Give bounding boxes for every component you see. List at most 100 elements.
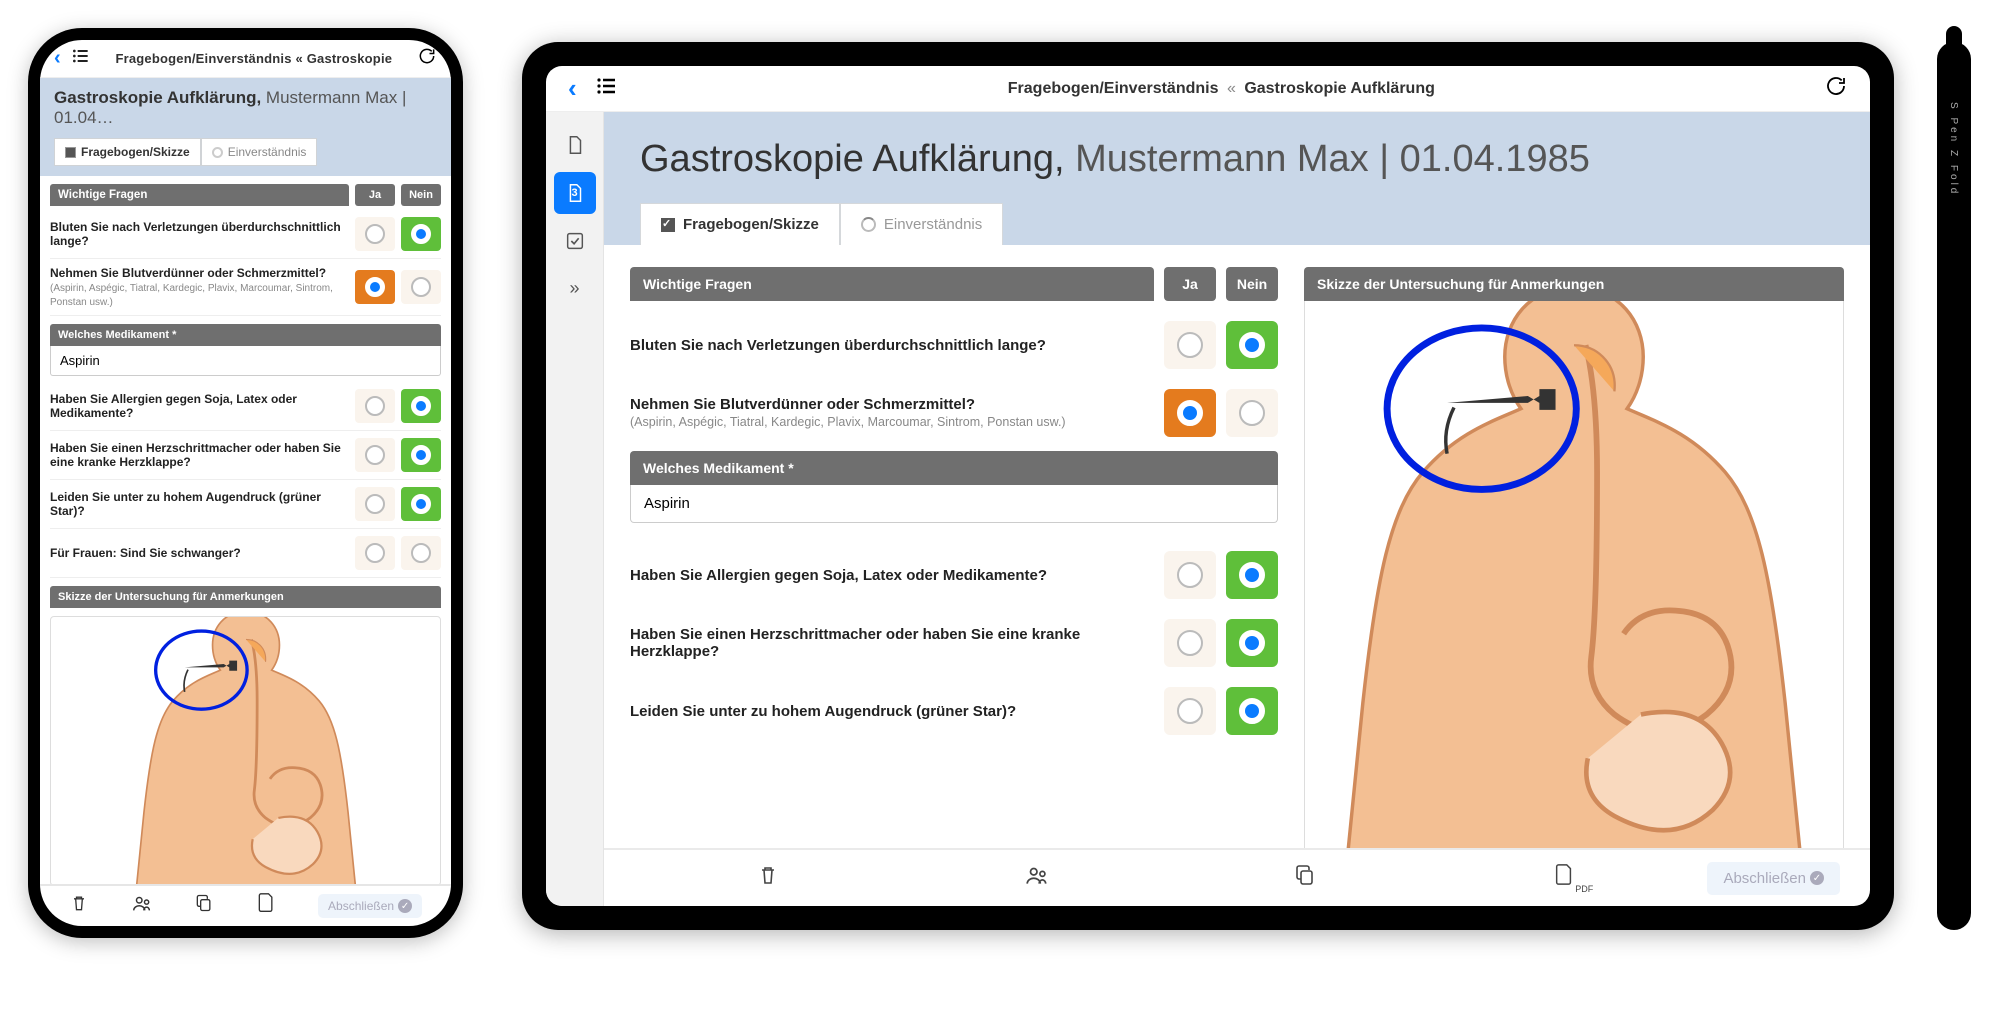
- radio-nein[interactable]: [401, 536, 441, 570]
- question-text: Haben Sie einen Herzschrittmacher oder h…: [630, 626, 1154, 660]
- radio-nein[interactable]: [1226, 389, 1278, 437]
- phone-topbar: ‹ Fragebogen/Einverständnis « Gastroskop…: [40, 40, 451, 78]
- complete-button[interactable]: Abschließen✓: [1707, 862, 1840, 895]
- question-row: Haben Sie Allergien gegen Soja, Latex od…: [50, 382, 441, 431]
- question-row: Nehmen Sie Blutverdünner oder Schmerzmit…: [50, 259, 441, 316]
- field-input[interactable]: Aspirin: [630, 485, 1278, 523]
- radio-ja[interactable]: [1164, 619, 1216, 667]
- radio-nein[interactable]: [401, 487, 441, 521]
- tab-fragebogen[interactable]: Fragebogen/Skizze: [54, 138, 201, 166]
- copy-icon[interactable]: [1171, 863, 1439, 893]
- sidebar: 3 »: [546, 112, 604, 906]
- question-text: Bluten Sie nach Verletzungen überdurchsc…: [630, 337, 1154, 354]
- check-icon: [65, 147, 76, 158]
- tablet-footer: PDF Abschließen✓: [604, 848, 1870, 906]
- radio-nein[interactable]: [401, 389, 441, 423]
- copy-icon[interactable]: [194, 893, 214, 919]
- radio-nein[interactable]: [1226, 321, 1278, 369]
- radio-ja[interactable]: [355, 270, 395, 304]
- breadcrumb: Fragebogen/Einverständnis « Gastroskopie: [101, 51, 407, 66]
- question-row: Bluten Sie nach Verletzungen überdurchsc…: [630, 311, 1278, 379]
- people-icon[interactable]: [131, 892, 153, 920]
- tab-einverstaendnis[interactable]: Einverständnis: [201, 138, 318, 166]
- radio-ja[interactable]: [1164, 321, 1216, 369]
- people-icon[interactable]: [902, 862, 1170, 894]
- stylus: S Pen Z Fold: [1937, 42, 1971, 930]
- tab-fragebogen[interactable]: Fragebogen/Skizze: [640, 203, 840, 245]
- radio-nein[interactable]: [1226, 687, 1278, 735]
- pdf-icon[interactable]: [256, 891, 276, 921]
- tabs: Fragebogen/Skizze Einverständnis: [54, 138, 437, 166]
- radio-ja[interactable]: [1164, 389, 1216, 437]
- sketch-area[interactable]: [1304, 301, 1844, 848]
- col-nein: Nein: [401, 184, 441, 206]
- list-icon[interactable]: [595, 74, 619, 103]
- col-ja: Ja: [1164, 267, 1216, 301]
- trash-icon[interactable]: [634, 863, 902, 893]
- question-text: Leiden Sie unter zu hohem Augendruck (gr…: [630, 703, 1154, 720]
- sidebar-expand-icon[interactable]: »: [569, 278, 579, 299]
- refresh-icon[interactable]: [1824, 74, 1848, 103]
- radio-ja[interactable]: [355, 487, 395, 521]
- sketch-header: Skizze der Untersuchung für Anmerkungen: [50, 586, 441, 608]
- title-bold: Gastroskopie Aufklärung,: [54, 88, 261, 107]
- radio-nein[interactable]: [1226, 551, 1278, 599]
- sketch-panel: Skizze der Untersuchung für Anmerkungen: [1304, 267, 1844, 826]
- tab-einverstaendnis[interactable]: Einverständnis: [840, 203, 1003, 245]
- question-text: Haben Sie Allergien gegen Soja, Latex od…: [630, 567, 1154, 584]
- pdf-icon[interactable]: PDF: [1439, 862, 1707, 894]
- list-icon[interactable]: [71, 46, 91, 72]
- back-button[interactable]: ‹: [54, 47, 61, 70]
- trash-icon[interactable]: [69, 893, 89, 919]
- breadcrumb: Fragebogen/Einverständnis « Gastroskopie…: [637, 80, 1806, 98]
- question-row: Haben Sie einen Herzschrittmacher oder h…: [50, 431, 441, 480]
- radio-ja[interactable]: [355, 389, 395, 423]
- field-input[interactable]: Aspirin: [50, 346, 441, 376]
- section-header: Wichtige Fragen: [50, 184, 349, 206]
- radio-ja[interactable]: [355, 438, 395, 472]
- radio-ja[interactable]: [1164, 551, 1216, 599]
- complete-button[interactable]: Abschließen✓: [318, 894, 422, 918]
- question-row: Leiden Sie unter zu hohem Augendruck (gr…: [630, 677, 1278, 745]
- section-header-row: Wichtige Fragen Ja Nein: [630, 267, 1278, 301]
- radio-ja[interactable]: [355, 217, 395, 251]
- check-icon: [661, 218, 675, 232]
- radio-nein[interactable]: [1226, 619, 1278, 667]
- anatomy-illustration: [1314, 301, 1834, 848]
- question-text: Bluten Sie nach Verletzungen überdurchsc…: [50, 220, 349, 248]
- sidebar-doc-icon[interactable]: [554, 124, 596, 166]
- radio-ja[interactable]: [355, 536, 395, 570]
- phone-body[interactable]: Wichtige Fragen Ja Nein Bluten Sie nach …: [40, 176, 451, 884]
- content-header: Gastroskopie Aufklärung, Mustermann Max …: [604, 112, 1870, 245]
- phone-footer: Abschließen✓: [40, 884, 451, 926]
- refresh-icon[interactable]: [417, 46, 437, 72]
- col-nein: Nein: [1226, 267, 1278, 301]
- progress-icon: [861, 217, 876, 232]
- radio-nein[interactable]: [401, 217, 441, 251]
- radio-ja[interactable]: [1164, 687, 1216, 735]
- question-row: Für Frauen: Sind Sie schwanger?: [50, 529, 441, 578]
- tabs: Fragebogen/Skizze Einverständnis: [640, 203, 1834, 245]
- sketch-header: Skizze der Untersuchung für Anmerkungen: [1304, 267, 1844, 301]
- section-header: Wichtige Fragen: [630, 267, 1154, 301]
- section-header-row: Wichtige Fragen Ja Nein: [50, 184, 441, 206]
- sketch-area[interactable]: [50, 616, 441, 884]
- radio-nein[interactable]: [401, 270, 441, 304]
- back-button[interactable]: ‹: [568, 73, 577, 104]
- question-text: Nehmen Sie Blutverdünner oder Schmerzmit…: [50, 266, 349, 308]
- page-title: Gastroskopie Aufklärung, Mustermann Max …: [640, 138, 1834, 181]
- content: Gastroskopie Aufklärung, Mustermann Max …: [604, 112, 1870, 906]
- col-ja: Ja: [355, 184, 395, 206]
- question-row: Haben Sie Allergien gegen Soja, Latex od…: [630, 541, 1278, 609]
- sidebar-form-icon[interactable]: 3: [554, 172, 596, 214]
- radio-nein[interactable]: [401, 438, 441, 472]
- field-header: Welches Medikament *: [630, 451, 1278, 485]
- questions-panel[interactable]: Wichtige Fragen Ja Nein Bluten Sie nach …: [630, 267, 1278, 826]
- phone-header: Gastroskopie Aufklärung, Mustermann Max …: [40, 78, 451, 176]
- sidebar-check-icon[interactable]: [554, 220, 596, 262]
- phone-screen: ‹ Fragebogen/Einverständnis « Gastroskop…: [40, 40, 451, 926]
- anatomy-illustration: [101, 616, 391, 884]
- question-row: Leiden Sie unter zu hohem Augendruck (gr…: [50, 480, 441, 529]
- question-row: Bluten Sie nach Verletzungen überdurchsc…: [50, 210, 441, 259]
- field-header: Welches Medikament *: [50, 324, 441, 346]
